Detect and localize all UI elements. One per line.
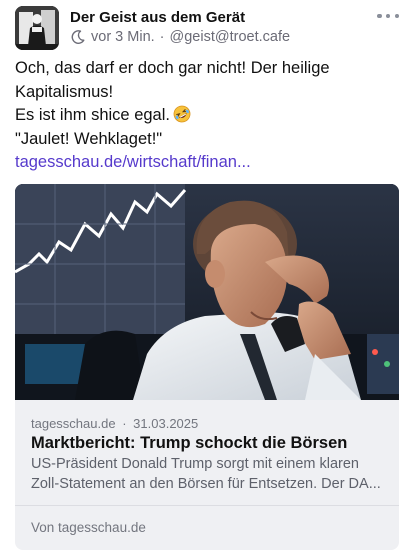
link-preview-domain: tagesschau.de [31,416,116,431]
link-preview-date: 31.03.2025 [133,416,199,431]
link-preview-description: US-Präsident Donald Trump sorgt mit eine… [31,454,381,494]
link-preview-title: Marktbericht: Trump schockt die Börsen [31,434,348,452]
post-handle[interactable]: @geist@troet.cafe [170,29,291,45]
post-text-line: Kapitalismus! [15,82,114,101]
link-preview-meta-separator: · [122,416,127,431]
post-text: Es ist ihm shice egal. [15,106,170,124]
post-header: Der Geist aus dem Gerät vor 3 Min. · @ge… [15,6,399,52]
link-preview-source[interactable]: Von tagesschau.de [31,520,146,535]
post-meta: vor 3 Min. · @geist@troet.cafe [70,29,290,45]
avatar[interactable] [15,6,59,50]
post-time[interactable]: vor 3 Min. [91,29,155,45]
display-name[interactable]: Der Geist aus dem Gerät [70,9,245,26]
moon-icon [70,29,86,45]
link-preview-image [15,184,399,400]
post-text-line: Och, das darf er doch gar nicht! Der hei… [15,59,330,77]
post-text-line: "Jaulet! Wehklaget!" [15,129,163,148]
more-horizontal-icon[interactable] [377,8,399,24]
link-preview-description-line: US-Präsident Donald Trump sorgt mit eine… [31,456,359,472]
meta-separator: · [159,29,165,45]
post-link[interactable]: tagesschau.de/wirtschaft/finan... [15,153,251,171]
link-preview-card[interactable]: tagesschau.de · 31.03.2025 Marktbericht:… [15,184,399,550]
avatar-image [15,6,59,50]
card-divider [15,505,399,506]
link-preview-meta: tagesschau.de · 31.03.2025 [31,416,198,431]
post-text-line: Es ist ihm shice egal. [15,104,399,128]
post-content: Och, das darf er doch gar nicht! Der hei… [15,57,399,175]
link-preview-description-line: Zoll-Statement an den Börsen für Entsetz… [31,476,381,492]
rolling-on-the-floor-laughing-emoji-icon [173,105,191,123]
